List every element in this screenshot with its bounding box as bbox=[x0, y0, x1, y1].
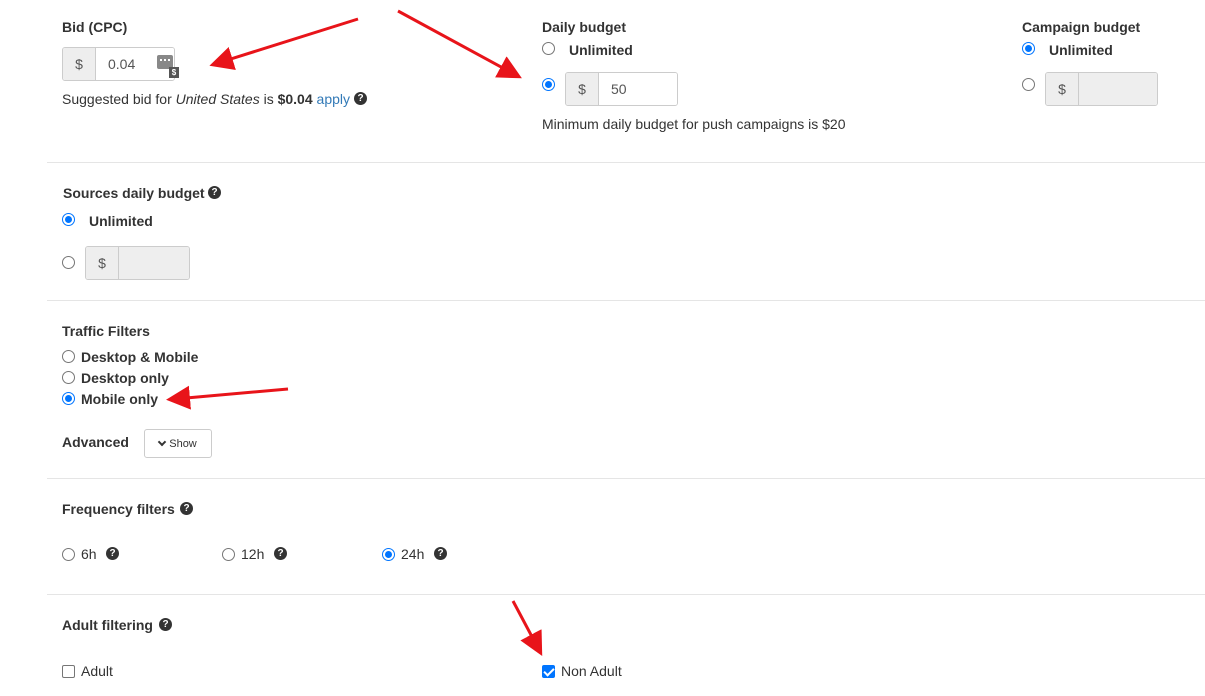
daily-budget-input[interactable]: 50 bbox=[599, 73, 677, 105]
traffic-desktop-only-label: Desktop only bbox=[81, 370, 169, 386]
sources-budget-title: Sources daily budget bbox=[63, 185, 205, 201]
advanced-label: Advanced bbox=[62, 434, 129, 450]
frequency-title: Frequency filters bbox=[62, 501, 175, 517]
traffic-mobile-only-label: Mobile only bbox=[81, 391, 158, 407]
daily-budget-input-group: $ 50 bbox=[565, 72, 678, 106]
campaign-budget-input[interactable] bbox=[1079, 73, 1157, 105]
adult-label: Adult bbox=[81, 663, 113, 679]
traffic-mobile-only-radio[interactable] bbox=[62, 392, 75, 405]
apply-link[interactable]: apply bbox=[317, 91, 350, 107]
suggested-bid-text: Suggested bid for United States is $0.04… bbox=[62, 91, 350, 107]
non-adult-label: Non Adult bbox=[561, 663, 622, 679]
suggest-country: United States bbox=[175, 91, 260, 107]
bid-title: Bid (CPC) bbox=[62, 19, 128, 35]
show-advanced-button[interactable]: Show bbox=[144, 429, 212, 458]
question-icon[interactable]: ? bbox=[434, 547, 447, 560]
section-divider bbox=[47, 162, 1205, 163]
traffic-desktop-mobile-label: Desktop & Mobile bbox=[81, 349, 199, 365]
show-button-label: Show bbox=[169, 437, 197, 450]
campaign-budget-unlimited-radio[interactable] bbox=[1022, 42, 1035, 55]
frequency-24h-radio[interactable] bbox=[382, 548, 395, 561]
frequency-24h-label: 24h bbox=[401, 546, 425, 562]
campaign-budget-title: Campaign budget bbox=[1022, 19, 1141, 35]
campaign-budget-custom-radio[interactable] bbox=[1022, 78, 1035, 91]
section-divider bbox=[47, 594, 1205, 595]
frequency-6h-label: 6h bbox=[81, 546, 97, 562]
traffic-desktop-mobile-radio[interactable] bbox=[62, 350, 75, 363]
traffic-desktop-only-radio[interactable] bbox=[62, 371, 75, 384]
question-icon[interactable]: ? bbox=[180, 502, 193, 515]
arrow-to-bid bbox=[209, 17, 359, 70]
question-icon[interactable]: ? bbox=[106, 547, 119, 560]
adult-filtering-title: Adult filtering bbox=[62, 617, 153, 633]
daily-budget-hint: Minimum daily budget for push campaigns … bbox=[542, 116, 846, 132]
suggest-amount: $0.04 bbox=[277, 91, 313, 107]
dollar-badge-icon: $ bbox=[169, 67, 179, 78]
section-divider bbox=[47, 300, 1205, 301]
sources-budget-currency-addon: $ bbox=[86, 247, 119, 279]
question-icon[interactable]: ? bbox=[208, 186, 221, 199]
sources-budget-custom-radio[interactable] bbox=[62, 256, 75, 269]
question-icon[interactable]: ? bbox=[274, 547, 287, 560]
traffic-filters-title: Traffic Filters bbox=[62, 323, 150, 339]
suggest-prefix: Suggested bid for bbox=[62, 91, 176, 107]
campaign-budget-input-group: $ bbox=[1045, 72, 1158, 106]
question-icon[interactable]: ? bbox=[159, 618, 172, 631]
sources-budget-input-group: $ bbox=[85, 246, 190, 280]
sources-budget-unlimited-label: Unlimited bbox=[89, 213, 153, 229]
daily-budget-title: Daily budget bbox=[542, 19, 627, 35]
question-icon[interactable]: ? bbox=[354, 92, 367, 105]
frequency-12h-radio[interactable] bbox=[222, 548, 235, 561]
bid-currency-addon: $ bbox=[63, 48, 96, 80]
campaign-budget-currency-addon: $ bbox=[1046, 73, 1079, 105]
daily-budget-custom-radio[interactable] bbox=[542, 78, 555, 91]
sources-budget-unlimited-radio[interactable] bbox=[62, 213, 75, 226]
arrow-to-non-adult bbox=[511, 600, 543, 656]
daily-budget-unlimited-label: Unlimited bbox=[569, 42, 633, 58]
frequency-12h-label: 12h bbox=[241, 546, 265, 562]
chevron-down-icon bbox=[157, 437, 167, 447]
section-divider bbox=[47, 478, 1205, 479]
suggest-mid: is bbox=[259, 91, 278, 107]
sources-budget-input[interactable] bbox=[119, 247, 189, 279]
adult-checkbox[interactable] bbox=[62, 665, 75, 678]
arrow-to-daily-budget bbox=[397, 9, 522, 79]
frequency-6h-radio[interactable] bbox=[62, 548, 75, 561]
daily-budget-currency-addon: $ bbox=[566, 73, 599, 105]
non-adult-checkbox[interactable] bbox=[542, 665, 555, 678]
arrow-to-mobile-only bbox=[166, 385, 289, 410]
campaign-budget-unlimited-label: Unlimited bbox=[1049, 42, 1113, 58]
daily-budget-unlimited-radio[interactable] bbox=[542, 42, 555, 55]
